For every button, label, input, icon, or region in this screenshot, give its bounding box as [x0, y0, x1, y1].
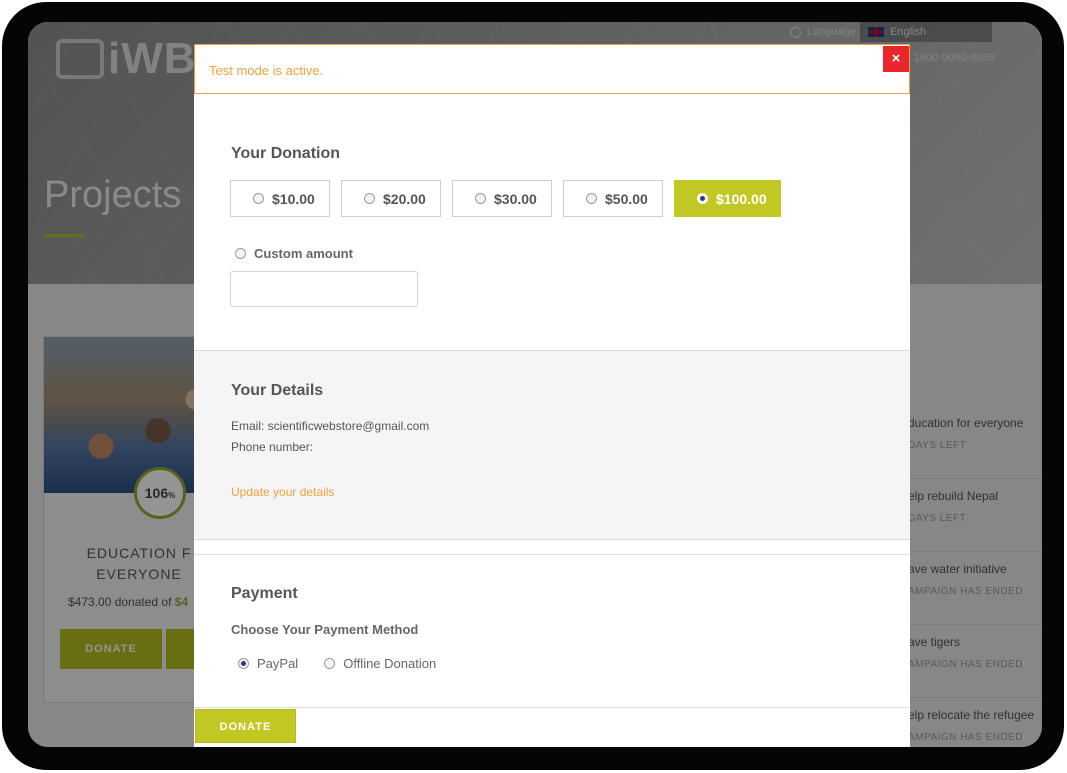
donate-button[interactable]: DONATE: [195, 709, 296, 743]
payment-method-label: Choose Your Payment Method: [231, 622, 419, 637]
device-frame: iWB Language: English 1800-9090-8089 Pro…: [2, 2, 1064, 770]
divider: [194, 707, 910, 708]
amount-option-50[interactable]: $50.00: [563, 180, 663, 217]
screen: iWB Language: English 1800-9090-8089 Pro…: [28, 22, 1042, 747]
radio-button[interactable]: [475, 193, 486, 204]
payment-option-offline[interactable]: Offline Donation: [324, 656, 436, 671]
update-details-link[interactable]: Update your details: [231, 485, 334, 499]
test-mode-notice: Test mode is active.: [194, 44, 910, 94]
amount-options: $10.00 $20.00 $30.00 $50.00 $100.00: [230, 180, 781, 217]
custom-amount-option[interactable]: Custom amount: [235, 246, 353, 261]
custom-amount-input[interactable]: [230, 271, 418, 307]
radio-button-selected[interactable]: [238, 658, 249, 669]
donation-modal: Test mode is active. × Your Donation $10…: [194, 44, 910, 747]
payment-options: PayPal Offline Donation: [238, 656, 462, 671]
radio-button[interactable]: [235, 248, 246, 259]
radio-button-selected[interactable]: [697, 193, 708, 204]
amount-option-10[interactable]: $10.00: [230, 180, 330, 217]
payment-option-paypal[interactable]: PayPal: [238, 656, 298, 671]
payment-heading: Payment: [231, 585, 298, 602]
close-button[interactable]: ×: [883, 46, 909, 72]
email-line: Email: scientificwebstore@gmail.com: [231, 419, 430, 433]
amount-option-30[interactable]: $30.00: [452, 180, 552, 217]
amount-option-20[interactable]: $20.00: [341, 180, 441, 217]
radio-button[interactable]: [253, 193, 264, 204]
radio-button[interactable]: [364, 193, 375, 204]
divider: [194, 554, 910, 555]
amount-option-100[interactable]: $100.00: [674, 180, 781, 217]
phone-line: Phone number:: [231, 440, 314, 454]
details-section: Your Details Email: scientificwebstore@g…: [194, 350, 910, 540]
details-heading: Your Details: [231, 382, 324, 399]
donation-heading: Your Donation: [231, 145, 341, 162]
radio-button[interactable]: [586, 193, 597, 204]
close-icon: ×: [891, 50, 901, 67]
radio-button[interactable]: [324, 658, 336, 669]
